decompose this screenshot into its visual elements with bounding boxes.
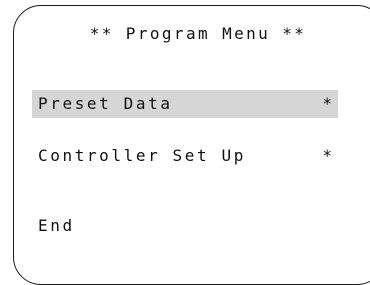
- menu-item-controller-set-up[interactable]: Controller Set Up *: [32, 142, 338, 170]
- submenu-marker: *: [322, 146, 332, 165]
- menu-item-label: Preset Data: [38, 94, 173, 113]
- menu-title: ** Program Menu **: [89, 24, 307, 43]
- menu-item-label: End: [38, 216, 75, 235]
- submenu-marker: *: [322, 94, 332, 113]
- menu-item-label: Controller Set Up: [38, 146, 246, 165]
- menu-item-preset-data[interactable]: Preset Data *: [32, 90, 338, 118]
- menu-item-end[interactable]: End: [32, 212, 338, 240]
